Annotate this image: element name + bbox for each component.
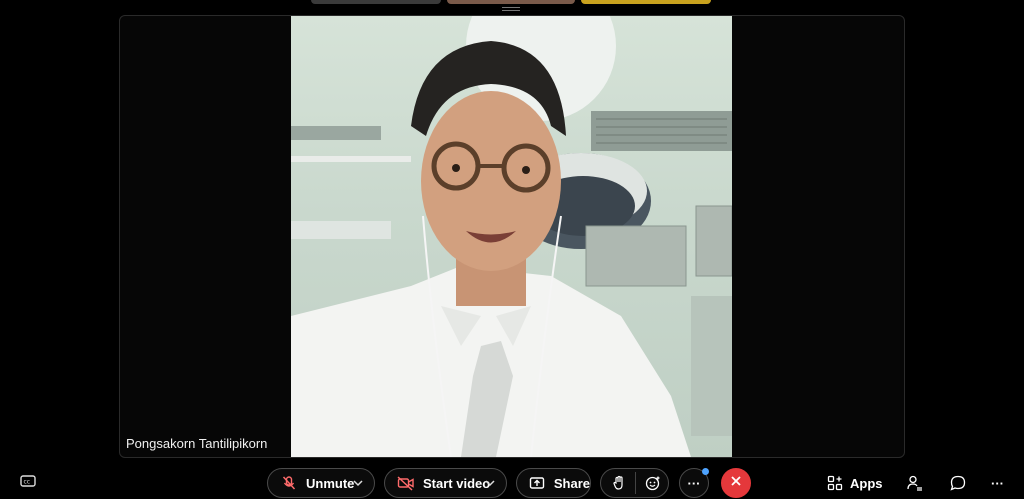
thumbnail-video[interactable] [447,0,575,4]
start-video-label: Start video [423,475,491,491]
overflow-menu-button[interactable]: ··· [991,472,1004,494]
filmstrip-drag-handle[interactable] [502,7,520,12]
apps-button[interactable]: Apps [827,472,883,494]
captions-icon: cc [19,472,37,495]
participants-icon [906,474,924,492]
raise-hand-icon[interactable] [610,474,628,492]
share-button[interactable]: Share [516,468,591,498]
mic-muted-icon [280,474,298,492]
reactions-icon[interactable] [644,474,662,492]
notification-dot [702,468,709,475]
chat-icon [949,474,967,492]
leave-meeting-button[interactable] [721,468,751,498]
overflow-label: ··· [991,475,1004,491]
share-icon [528,474,546,492]
unmute-label: Unmute [306,475,355,491]
participants-button[interactable] [906,472,924,494]
participant-name-label: Pongsakorn Tantilipikorn [126,436,268,451]
unmute-button[interactable]: Unmute [267,468,375,498]
apps-icon [827,475,843,491]
chat-button[interactable] [949,472,967,494]
chevron-down-icon[interactable] [352,477,364,489]
share-label: Share [553,475,590,491]
video-off-icon [397,474,415,492]
close-icon [729,474,743,493]
meeting-controls-bar: cc Unmute Start video Share ··· Apps ··· [0,466,1024,499]
hand-reactions-group [600,468,669,498]
chevron-down-icon[interactable] [484,477,496,489]
meeting-window: Pongsakorn Tantilipikorn cc Unmute Start… [0,0,1024,499]
thumbnail-video[interactable] [581,0,711,4]
captions-button[interactable]: cc [13,468,43,498]
participant-video-image [291,16,732,457]
svg-text:cc: cc [24,478,31,485]
start-video-button[interactable]: Start video [384,468,507,498]
apps-label: Apps [850,475,883,491]
divider [635,472,636,494]
more-options-label: ··· [687,475,701,491]
main-stage: Pongsakorn Tantilipikorn [119,15,905,458]
thumbnail-video[interactable] [311,0,441,4]
participant-video [291,16,732,457]
